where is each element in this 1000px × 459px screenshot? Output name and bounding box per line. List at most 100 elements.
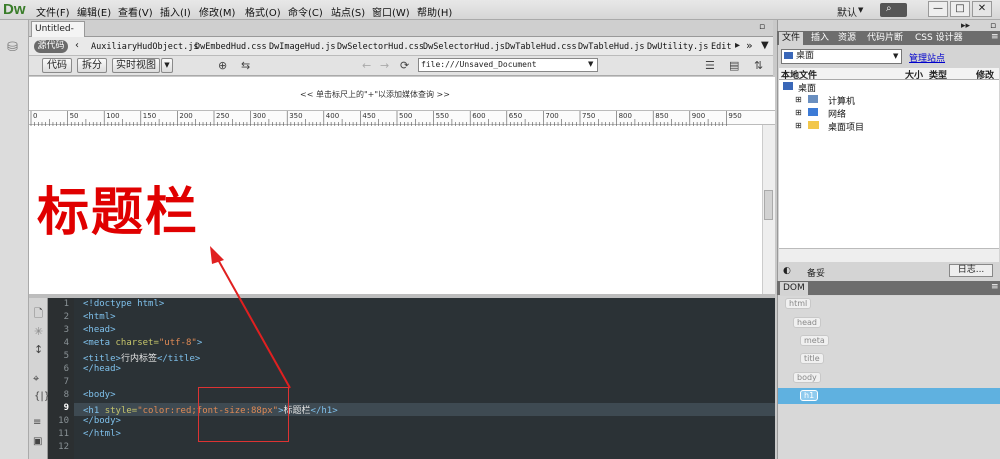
menu-help[interactable]: 帮助(H): [417, 4, 452, 19]
code-line[interactable]: </body>: [83, 416, 121, 426]
ruler-label: 900: [692, 112, 705, 120]
tab-dom[interactable]: DOM: [780, 282, 808, 295]
code-line[interactable]: </html>: [83, 429, 121, 439]
log-button[interactable]: 日志...: [949, 264, 993, 277]
code-line[interactable]: <html>: [83, 312, 116, 322]
menu-edit[interactable]: 编辑(E): [77, 4, 111, 19]
inspect-icon[interactable]: ⊕: [218, 59, 227, 72]
tab-files[interactable]: 文件: [779, 32, 804, 45]
dom-node-title[interactable]: title: [800, 353, 824, 364]
tab-css-designer[interactable]: CSS 设计器: [912, 32, 966, 45]
live-view-dropdown-icon[interactable]: ▼: [161, 58, 173, 73]
chevron-down-icon[interactable]: ▼: [858, 6, 863, 14]
media-query-hint[interactable]: << 单击标尺上的"+"以添加媒体查询 >>: [300, 89, 450, 100]
files-scrollbar[interactable]: [779, 248, 999, 262]
workspace-mode-label[interactable]: 默认: [837, 4, 857, 19]
related-file[interactable]: DwUtility.js: [647, 42, 708, 52]
menu-file[interactable]: 文件(F): [36, 4, 70, 19]
code-line[interactable]: <!doctype html>: [83, 299, 164, 309]
code-line[interactable]: <title>行内标签</title>: [83, 351, 200, 364]
manage-sites-link[interactable]: 管理站点: [909, 51, 945, 64]
code-line[interactable]: <head>: [83, 325, 116, 335]
code-line[interactable]: <body>: [83, 390, 116, 400]
dom-node-head[interactable]: head: [793, 317, 821, 328]
insert-panel-icon[interactable]: ⛁: [7, 40, 18, 55]
code-token: </h1>: [310, 406, 338, 416]
visual-aids-icon[interactable]: ☰: [705, 59, 715, 72]
open-documents-icon[interactable]: 🗋: [34, 305, 43, 324]
related-file[interactable]: DwSelectorHud.js: [423, 42, 505, 52]
menu-site[interactable]: 站点(S): [331, 4, 365, 19]
ruler-label: 150: [143, 112, 156, 120]
dom-node-h1[interactable]: h1: [800, 390, 819, 401]
live-view-button[interactable]: 实时视图: [112, 58, 160, 73]
close-button[interactable]: ✕: [972, 1, 992, 17]
source-code-button[interactable]: 源代码: [34, 40, 68, 53]
tree-item-computer[interactable]: 计算机: [828, 94, 855, 107]
expand-all-icon[interactable]: ↕: [34, 343, 43, 356]
expand-icon[interactable]: ⊞: [795, 121, 802, 130]
back-arrow-icon[interactable]: ←: [362, 59, 371, 72]
restore-doc-icon[interactable]: ▫: [759, 22, 765, 32]
code-line[interactable]: </head>: [83, 364, 121, 374]
markup-toggle-icon[interactable]: ⇆: [241, 59, 250, 72]
tree-item-desktop[interactable]: 桌面: [798, 81, 816, 94]
related-file[interactable]: AuxiliaryHudObject.js: [91, 42, 198, 52]
expand-icon[interactable]: ⊞: [795, 95, 802, 104]
related-file[interactable]: DwEmbedHud.css: [195, 42, 267, 52]
related-file[interactable]: Edit: [711, 42, 731, 52]
select-parent-tag-icon[interactable]: ⌖: [33, 372, 39, 386]
tab-snippets[interactable]: 代码片断: [864, 32, 906, 45]
minimize-button[interactable]: —: [928, 1, 948, 17]
related-file[interactable]: DwTableHud.js: [578, 42, 645, 52]
sort-icon[interactable]: ⇅: [754, 59, 763, 72]
dom-node-body[interactable]: body: [793, 372, 821, 383]
code-line[interactable]: <meta charset="utf-8">: [83, 338, 202, 348]
comment-icon[interactable]: ▣: [33, 436, 42, 447]
related-file[interactable]: DwTableHud.css: [505, 42, 577, 52]
tree-item-network[interactable]: 网络: [828, 107, 846, 120]
panel-menu-icon[interactable]: ≡: [991, 32, 999, 42]
site-select[interactable]: 桌面: [781, 49, 902, 64]
code-view-button[interactable]: 代码: [42, 58, 72, 73]
split-view-button[interactable]: 拆分: [77, 58, 107, 73]
menu-format[interactable]: 格式(O): [245, 4, 281, 19]
chevron-down-icon[interactable]: ▼: [893, 52, 898, 60]
dom-node-html[interactable]: html: [785, 298, 812, 309]
menu-view[interactable]: 查看(V): [118, 4, 153, 19]
menu-window[interactable]: 窗口(W): [372, 4, 410, 19]
expand-icon[interactable]: ⊞: [795, 108, 802, 117]
maximize-button[interactable]: □: [950, 1, 970, 17]
tree-item-desktop-items[interactable]: 桌面项目: [828, 120, 864, 133]
horizontal-ruler[interactable]: 0 50 100 150 200 250 300 350 400 450 500 550 600 650 7…: [29, 110, 775, 126]
refresh-icon[interactable]: ⟳: [400, 59, 409, 72]
chevron-left-icon[interactable]: ‹: [75, 40, 79, 51]
collapse-panel-icon[interactable]: ▸▸: [961, 21, 970, 31]
chevron-right-icon[interactable]: ▸: [735, 40, 740, 51]
double-chevron-icon[interactable]: »: [746, 39, 753, 52]
ruler-label: 950: [728, 112, 741, 120]
scrollbar-thumb[interactable]: [764, 190, 773, 220]
tab-insert[interactable]: 插入: [808, 32, 832, 45]
line-numbers-icon[interactable]: ≡: [33, 417, 41, 428]
address-field[interactable]: file:///Unsaved_Document: [418, 58, 598, 72]
menu-insert[interactable]: 插入(I): [160, 4, 191, 19]
dom-node-meta[interactable]: meta: [800, 335, 829, 346]
forward-arrow-icon[interactable]: →: [380, 59, 389, 72]
document-tab[interactable]: Untitled-9* ✕: [31, 21, 85, 48]
panel-restore-icon[interactable]: ▫: [990, 21, 996, 31]
related-file[interactable]: DwSelectorHud.css: [337, 42, 424, 52]
panel-menu-icon[interactable]: ≡: [991, 282, 999, 292]
menu-modify[interactable]: 修改(M): [199, 4, 235, 19]
menu-commands[interactable]: 命令(C): [288, 4, 323, 19]
folder-icon: [808, 121, 819, 129]
related-file[interactable]: DwImageHud.js: [269, 42, 336, 52]
collapse-icon[interactable]: ✳: [34, 325, 43, 338]
tab-assets[interactable]: 资源: [835, 32, 859, 45]
code-editor[interactable]: [74, 298, 775, 459]
filter-icon[interactable]: ▼: [761, 40, 769, 51]
search-button[interactable]: ⌕: [880, 3, 907, 17]
rendered-h1-heading[interactable]: 标题栏: [37, 170, 199, 245]
chevron-down-icon[interactable]: ▼: [588, 60, 593, 68]
page-properties-icon[interactable]: ▤: [729, 59, 739, 72]
